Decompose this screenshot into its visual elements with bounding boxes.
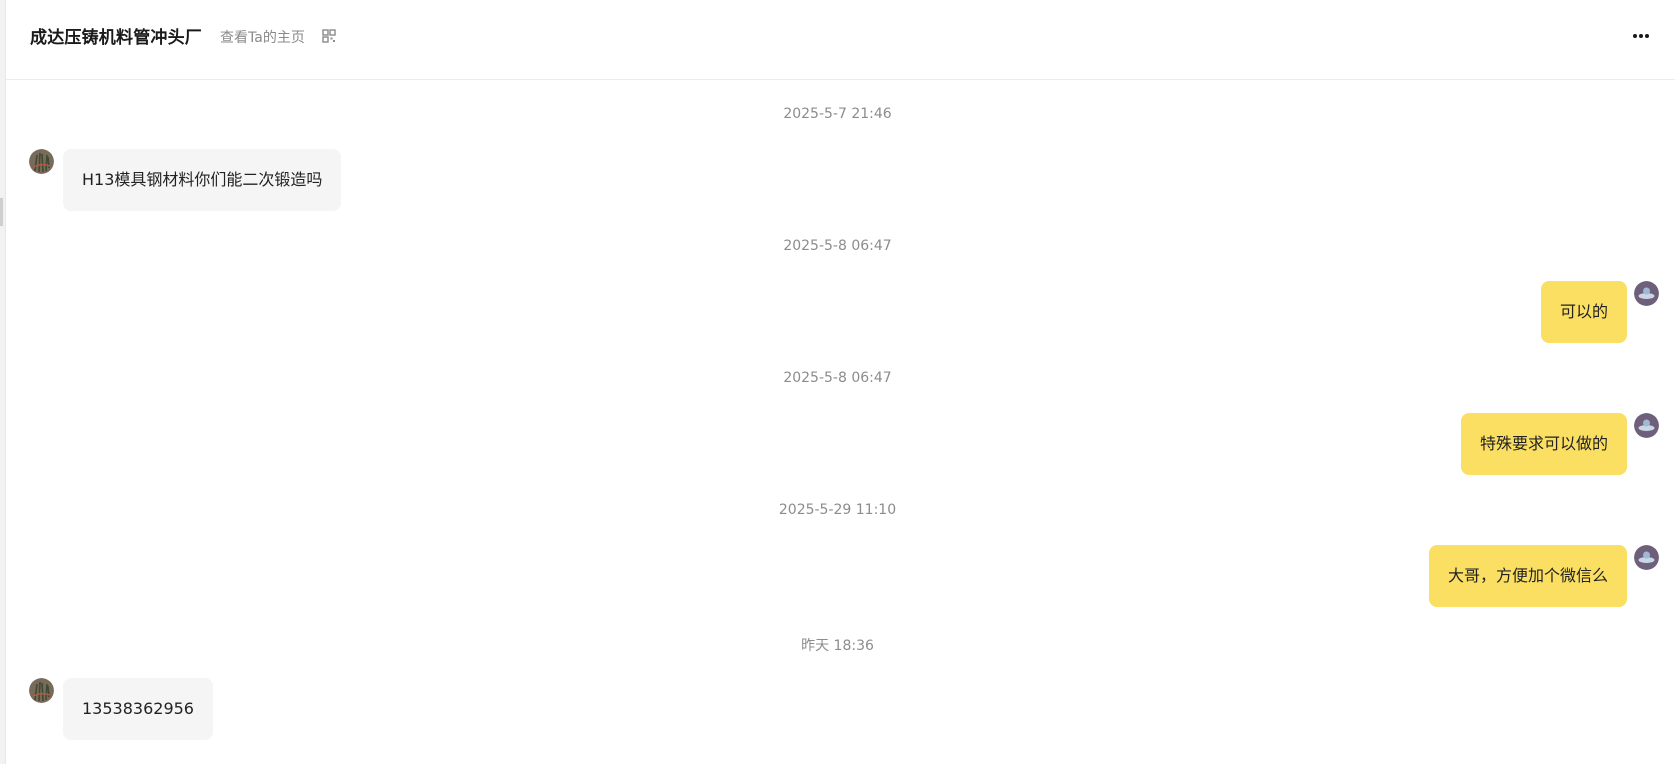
more-horizontal-icon[interactable] [1631, 26, 1651, 46]
my-avatar[interactable] [1634, 413, 1659, 438]
message-timestamp: 昨天 18:36 [801, 638, 874, 654]
contact-avatar[interactable] [29, 149, 54, 174]
message-timestamp: 2025-5-8 06:47 [783, 238, 892, 254]
my-avatar[interactable] [1634, 545, 1659, 570]
message-bubble[interactable]: 大哥，方便加个微信么 [1428, 545, 1627, 607]
message-bubble[interactable]: 13538362956 [63, 678, 213, 740]
my-avatar[interactable] [1634, 281, 1659, 306]
message-timestamp: 2025-5-7 21:46 [783, 106, 892, 122]
scrollbar-thumb[interactable] [0, 198, 3, 226]
contact-avatar[interactable] [29, 678, 54, 703]
message-bubble[interactable]: H13模具钢材料你们能二次锻造吗 [63, 149, 342, 211]
contact-name: 成达压铸机料管冲头厂 [30, 28, 202, 48]
message-bubble[interactable]: 特殊要求可以做的 [1460, 413, 1627, 475]
message-timestamp: 2025-5-8 06:47 [783, 370, 892, 386]
chat-header: 成达压铸机料管冲头厂 查看Ta的主页 [6, 0, 1675, 80]
chat-window: 成达压铸机料管冲头厂 查看Ta的主页 2025-5-7 21:46 H13模具钢… [0, 0, 1675, 764]
message-timestamp: 2025-5-29 11:10 [778, 502, 897, 518]
view-profile-link[interactable]: 查看Ta的主页 [220, 27, 305, 47]
message-bubble[interactable]: 可以的 [1540, 281, 1627, 343]
qr-code-icon[interactable] [322, 29, 336, 43]
